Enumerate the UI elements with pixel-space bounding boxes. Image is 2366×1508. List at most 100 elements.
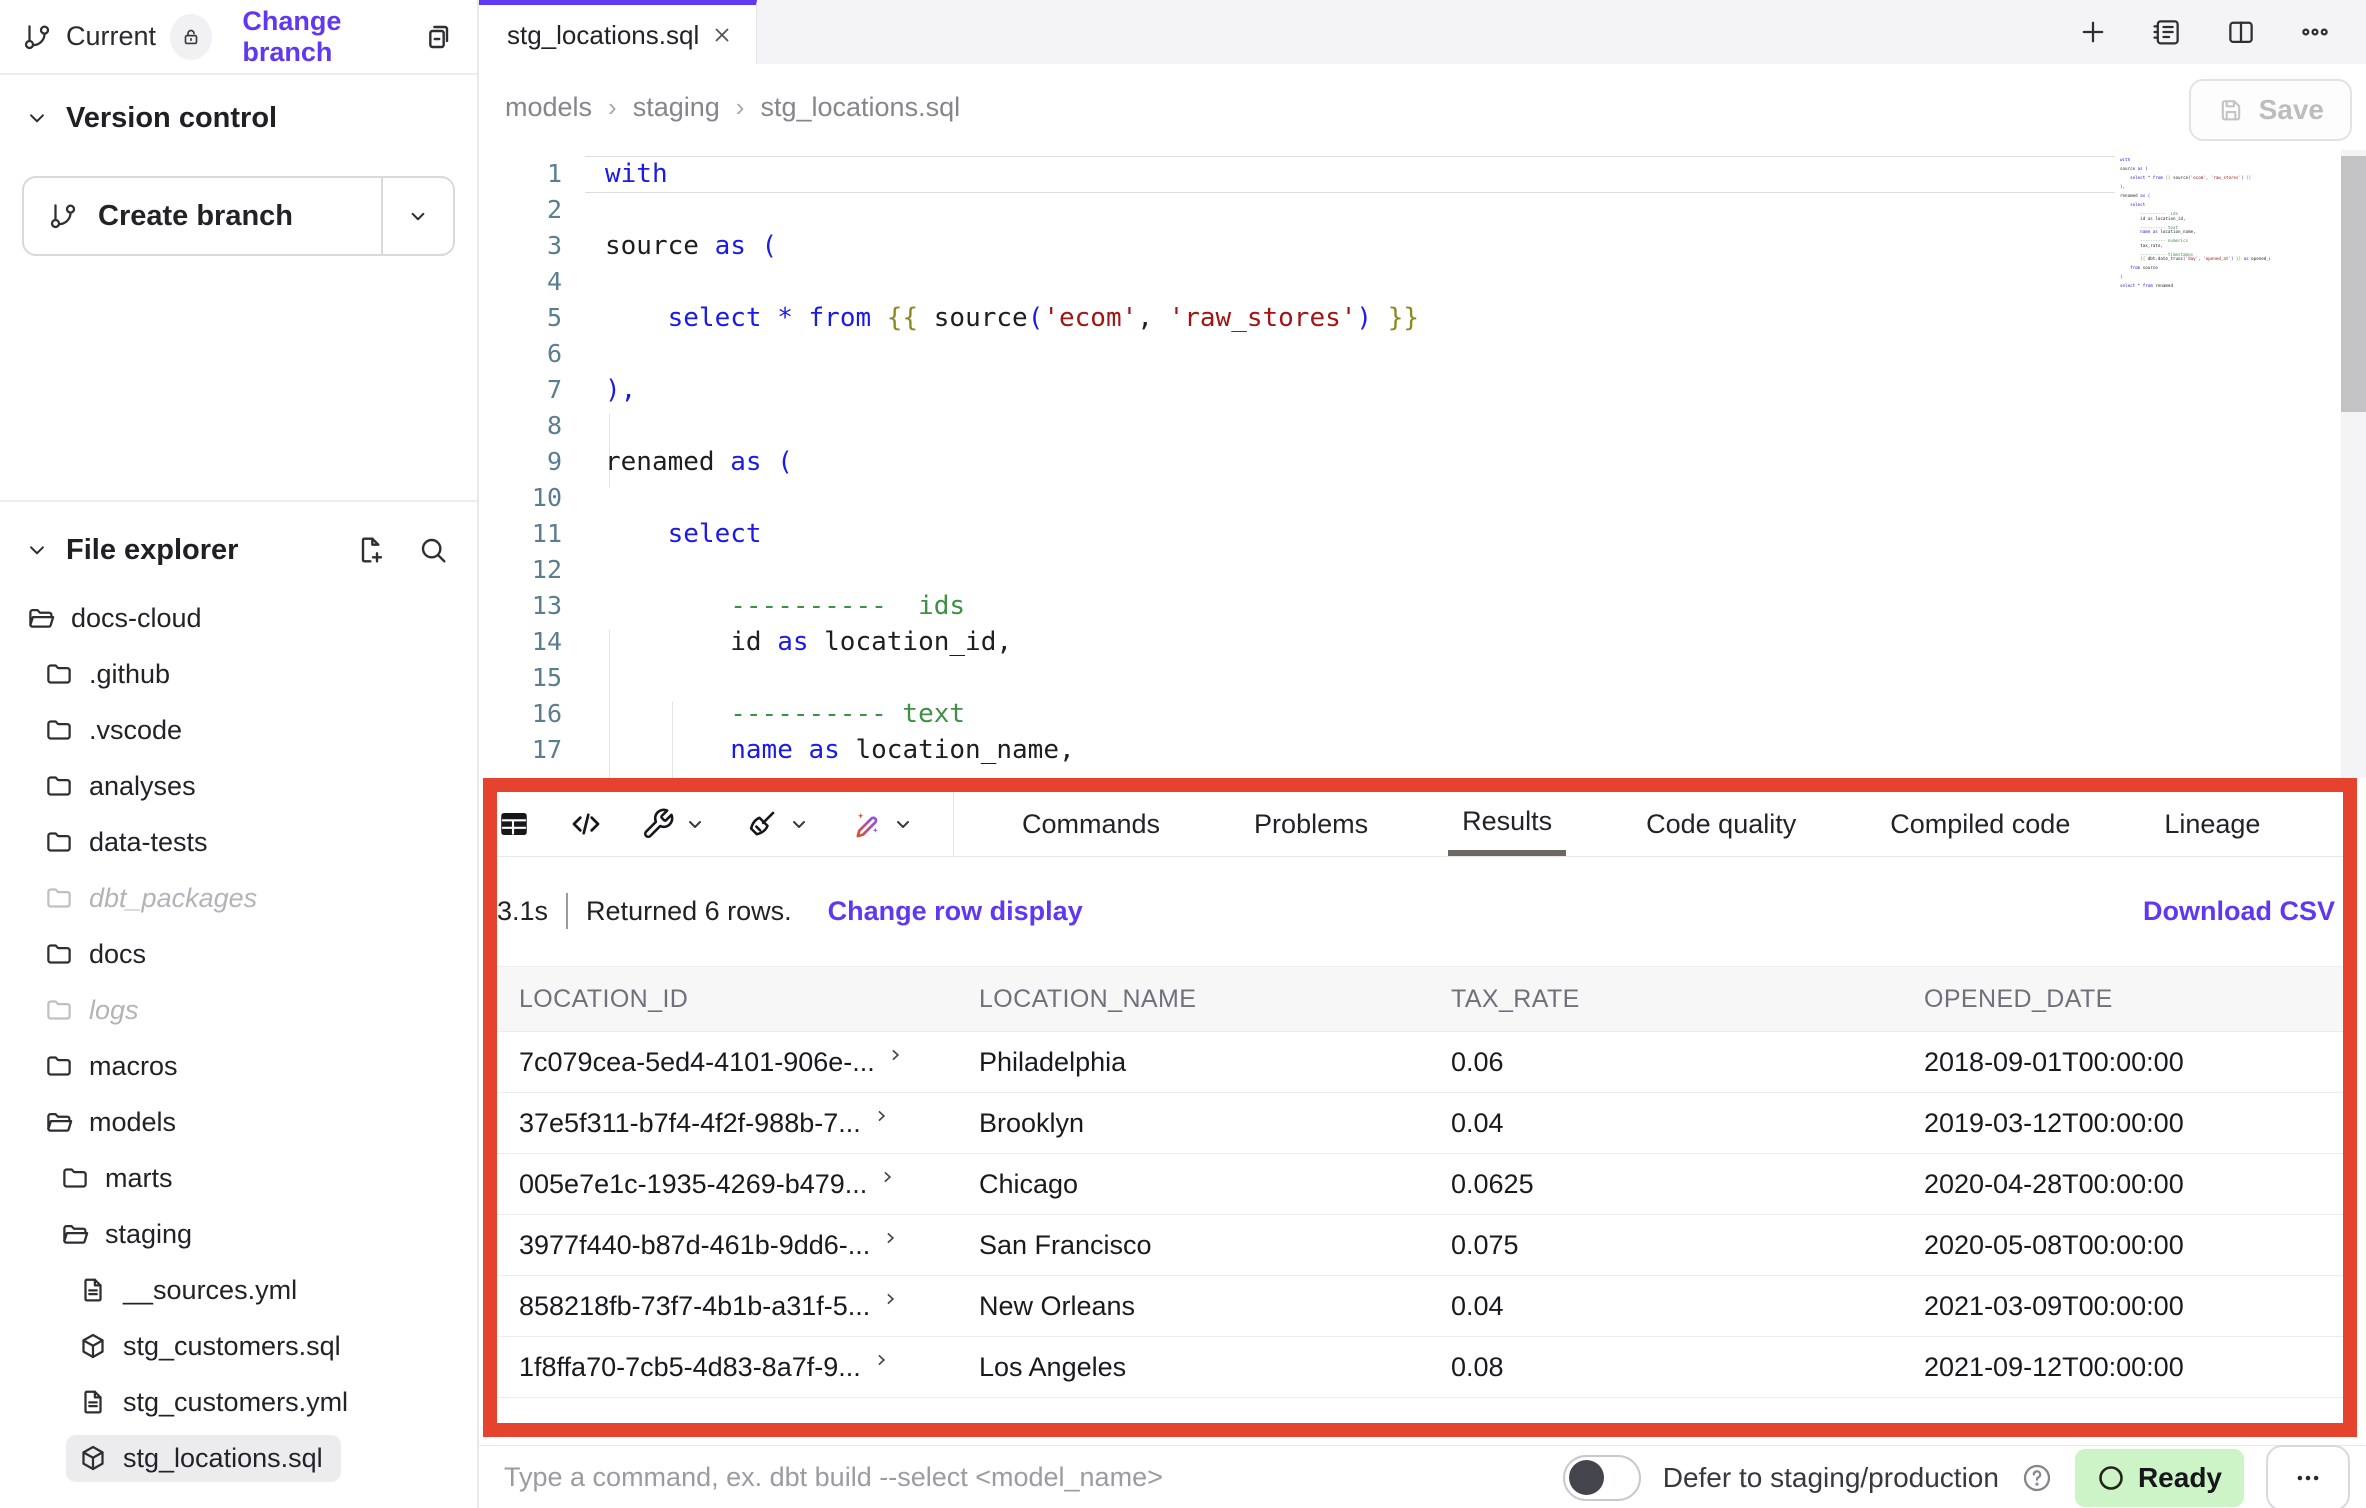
change-branch-link[interactable]: Change branch (242, 6, 423, 68)
editor-scrollbar-thumb[interactable] (2341, 156, 2366, 412)
code-text (562, 336, 605, 372)
expand-cell-icon[interactable] (877, 1169, 897, 1188)
code-text: id as location_id, (562, 624, 1012, 660)
breadcrumb: models›staging›stg_locations.sql (479, 92, 960, 123)
code-text (562, 192, 605, 228)
build-tools-button[interactable] (641, 807, 707, 841)
line-number: 16 (479, 696, 562, 732)
table-row[interactable]: 37e5f311-b7f4-4f2f-988b-7...Brooklyn0.04… (497, 1093, 2343, 1154)
results-tab-lineage[interactable]: Lineage (2150, 792, 2274, 856)
file-tree-item[interactable]: stg_customers.sql (0, 1318, 477, 1374)
expand-cell-icon[interactable] (871, 1108, 891, 1127)
new-file-icon[interactable] (355, 534, 387, 566)
file-tree-item[interactable]: macros (0, 1038, 477, 1094)
expand-cell-icon[interactable] (880, 1230, 900, 1249)
cell-value: 0.08 (1451, 1352, 1504, 1383)
command-input[interactable] (502, 1461, 1563, 1494)
expand-cell-icon[interactable] (885, 1047, 905, 1066)
new-tab-icon[interactable] (2076, 15, 2110, 49)
split-pane-icon[interactable] (2224, 15, 2258, 49)
command-bar: Defer to staging/production Ready (479, 1445, 2366, 1508)
cell-value: 858218fb-73f7-4b1b-a31f-5... (519, 1291, 870, 1322)
code-token: ( (2148, 193, 2151, 198)
file-tree-item[interactable]: analyses (0, 758, 477, 814)
table-row[interactable]: 858218fb-73f7-4b1b-a31f-5...New Orleans0… (497, 1276, 2343, 1337)
file-tree-item-content: docs-cloud (14, 595, 220, 642)
close-icon[interactable] (710, 23, 734, 47)
code-token: renamed (605, 447, 730, 477)
file-tree-item[interactable]: .github (0, 646, 477, 702)
model-icon (78, 1443, 108, 1473)
wrench-icon (641, 807, 675, 841)
code-token: source (605, 231, 715, 261)
file-tree-item-label: docs-cloud (71, 603, 202, 634)
results-tab-results[interactable]: Results (1448, 792, 1566, 856)
breadcrumb-item[interactable]: models (505, 92, 592, 123)
file-tree-item[interactable]: data-tests (0, 814, 477, 870)
line-number: 14 (479, 624, 562, 660)
editor-header: models›staging›stg_locations.sql Save (479, 64, 2366, 150)
more-options-icon[interactable] (2298, 15, 2332, 49)
breadcrumb-item[interactable]: stg_locations.sql (760, 92, 960, 123)
file-tree-item-content: docs (32, 931, 164, 978)
file-icon (78, 1387, 108, 1417)
file-tree-item[interactable]: .vscode (0, 702, 477, 758)
file-icon (78, 1275, 108, 1305)
code-preview-button[interactable] (569, 807, 603, 841)
copilot-button[interactable] (849, 807, 915, 841)
tab-stg-locations[interactable]: stg_locations.sql (479, 0, 757, 65)
table-row[interactable]: 1f8ffa70-7cb5-4d83-8a7f-9...Los Angeles0… (497, 1337, 2343, 1398)
version-control-header[interactable]: Version control (0, 88, 477, 148)
file-tree-item[interactable]: models (0, 1094, 477, 1150)
create-branch-dropdown[interactable] (383, 178, 453, 254)
line-number: 2 (479, 192, 562, 228)
cell-value: 2019-03-12T00:00:00 (1924, 1108, 2184, 1139)
git-branch-icon (22, 22, 52, 52)
file-tree-item[interactable]: __sources.yml (0, 1262, 477, 1318)
change-row-display-link[interactable]: Change row display (828, 896, 1083, 927)
minimap-line: {{ dbt.date_trunc('day', 'opened_at') }}… (2120, 257, 2270, 262)
minimap[interactable]: with source as ( select * from {{ source… (2120, 158, 2270, 298)
command-log-icon[interactable] (2150, 15, 2184, 49)
results-tab-compiled-code[interactable]: Compiled code (1876, 792, 2084, 856)
copy-branch-icon[interactable] (423, 21, 455, 53)
search-icon[interactable] (417, 534, 449, 566)
file-tree-item[interactable]: stg_locations.sql (0, 1430, 477, 1486)
results-tab-commands[interactable]: Commands (1008, 792, 1174, 856)
file-tree-item[interactable]: stg_customers.yml (0, 1374, 477, 1430)
code-text: renamed as ( (562, 444, 793, 480)
expand-cell-icon[interactable] (880, 1291, 900, 1310)
download-csv-link[interactable]: Download CSV (2143, 896, 2343, 927)
save-label: Save (2259, 94, 2324, 126)
file-tree-item[interactable]: docs-cloud (0, 590, 477, 646)
file-tree-item[interactable]: staging (0, 1206, 477, 1262)
help-icon[interactable] (2021, 1462, 2053, 1494)
file-explorer-header[interactable]: File explorer (0, 502, 477, 588)
expand-cell-icon[interactable] (871, 1352, 891, 1371)
code-token: location_name, (855, 735, 1074, 765)
results-tab-code-quality[interactable]: Code quality (1632, 792, 1810, 856)
table-row[interactable]: 3977f440-b87d-461b-9dd6-...San Francisco… (497, 1215, 2343, 1276)
file-tree-item[interactable]: dbt_packages (0, 870, 477, 926)
table-cell: 2021-09-12T00:00:00 (1902, 1352, 2343, 1383)
more-actions-button[interactable] (2266, 1445, 2350, 1508)
defer-toggle[interactable] (1563, 1455, 1641, 1501)
save-button[interactable]: Save (2189, 79, 2352, 141)
file-tree-item[interactable]: logs (0, 982, 477, 1038)
table-row[interactable]: 005e7e1c-1935-4269-b479...Chicago0.06252… (497, 1154, 2343, 1215)
breadcrumb-item[interactable]: staging (633, 92, 720, 123)
table-row[interactable]: 7c079cea-5ed4-4101-906e-...Philadelphia0… (497, 1032, 2343, 1093)
file-tree-item[interactable]: docs (0, 926, 477, 982)
version-control-title: Version control (66, 102, 277, 135)
code-text (562, 660, 605, 696)
table-cell: 2021-03-09T00:00:00 (1902, 1291, 2343, 1322)
code-editor[interactable]: 1with23source as (45 select * from {{ so… (479, 150, 2366, 778)
code-token: from (2153, 175, 2166, 180)
file-tree-item-label: dbt_packages (89, 883, 257, 914)
format-button[interactable] (745, 807, 811, 841)
table-view-button[interactable] (497, 807, 531, 841)
file-tree-item[interactable]: marts (0, 1150, 477, 1206)
status-badge[interactable]: Ready (2075, 1449, 2244, 1507)
create-branch-main[interactable]: Create branch (24, 178, 383, 254)
results-tab-problems[interactable]: Problems (1240, 792, 1382, 856)
